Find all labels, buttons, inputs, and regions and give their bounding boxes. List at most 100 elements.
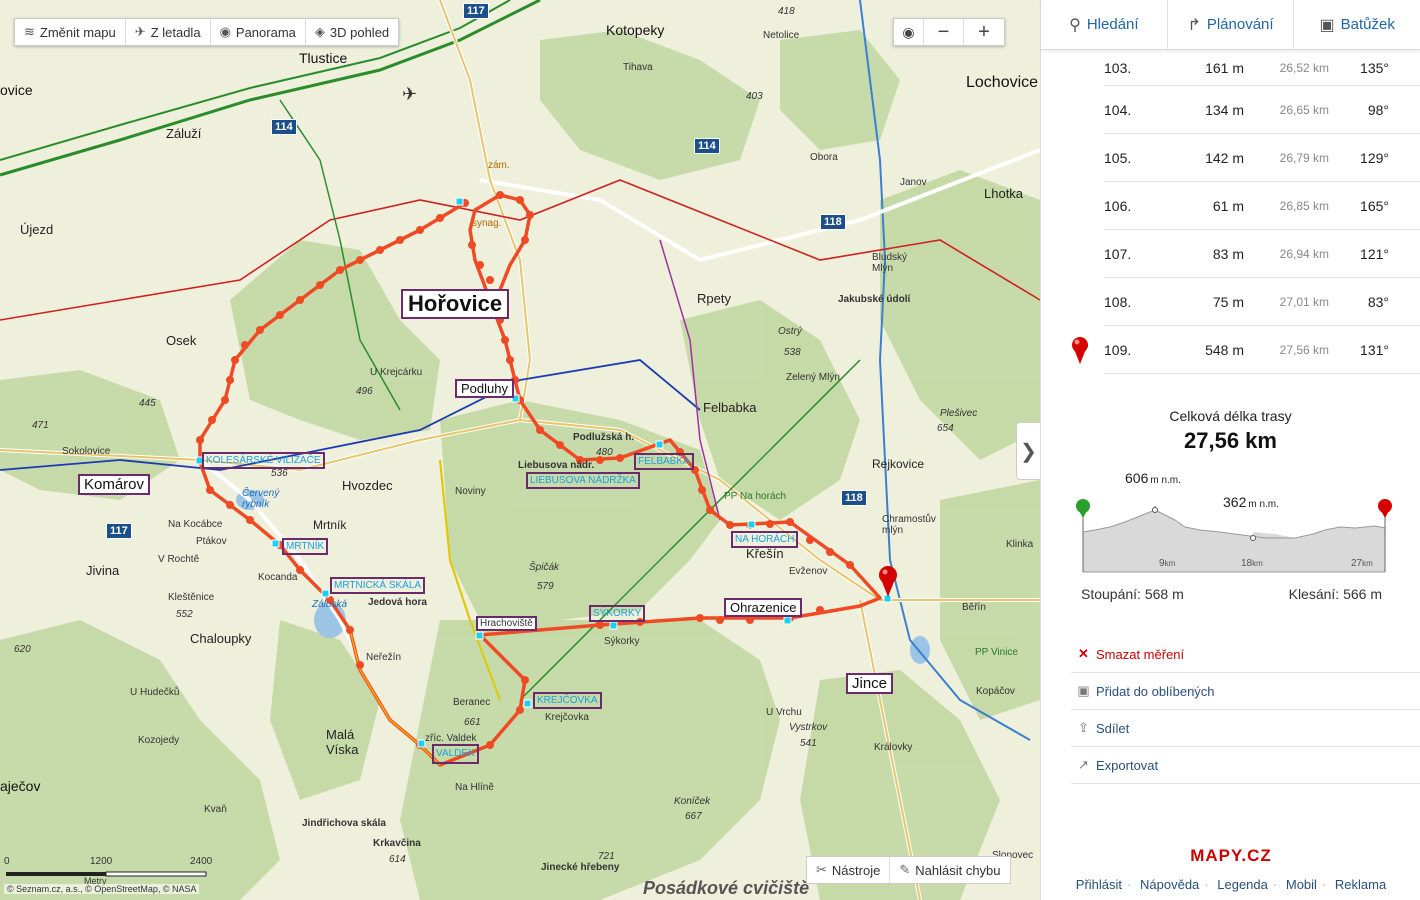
locate-button[interactable]: ◉ xyxy=(894,19,924,45)
report-error-button[interactable]: ✎ Nahlásit chybu xyxy=(890,857,1009,883)
place-label-jince: Jince xyxy=(846,673,894,694)
place-label-komarov: Komárov xyxy=(78,474,151,495)
search-icon: ⚲ xyxy=(1069,16,1081,34)
place-label-horovice: Hořovice xyxy=(401,289,510,319)
tools-label: Nástroje xyxy=(831,862,881,878)
map-copyright[interactable]: © Seznam.cz, a.s., © OpenStreetMap, © NA… xyxy=(4,884,200,894)
route-arrow-icon: ↱ xyxy=(1187,16,1201,34)
segment-distance: 61 m xyxy=(1212,197,1244,214)
elevation-profile-svg xyxy=(1076,499,1392,573)
tab-backpack-label: Batůžek xyxy=(1340,16,1395,33)
elevation-label: 471 xyxy=(32,420,49,431)
segment-row[interactable]: 104. 134 m 26,65 km 98° xyxy=(1104,86,1420,134)
footer-link-mobile[interactable]: Mobil xyxy=(1286,877,1317,892)
footer-link-ads[interactable]: Reklama xyxy=(1335,877,1386,892)
place-label: Krejčovka xyxy=(545,712,589,723)
zoom-controls: ◉ − + xyxy=(893,18,1005,46)
footer-link-login[interactable]: Přihlásit xyxy=(1076,877,1122,892)
panel-toggle-button[interactable]: ❯ xyxy=(1016,422,1040,480)
place-label: PP Vinice xyxy=(975,647,1018,658)
place-label: Lochovice xyxy=(966,74,1039,91)
segment-row[interactable]: 107. 83 m 26,94 km 121° xyxy=(1104,230,1420,278)
place-label: Královky xyxy=(874,742,913,753)
export-button[interactable]: ↗ Exportovat xyxy=(1071,747,1420,784)
place-label: Netolice xyxy=(763,30,800,41)
view3d-button[interactable]: ◈ 3D pohled xyxy=(306,19,398,45)
segment-cumulative: 27,56 km xyxy=(1279,342,1329,357)
wrench-icon: ✂ xyxy=(816,862,827,877)
place-label: Osek xyxy=(166,333,197,348)
segment-distance: 142 m xyxy=(1205,149,1244,166)
tab-search-label: Hledání xyxy=(1086,16,1139,33)
place-label: Záluská xyxy=(312,599,348,610)
segment-distance: 75 m xyxy=(1212,293,1244,310)
segment-row[interactable]: 106. 61 m 26,85 km 165° xyxy=(1104,182,1420,230)
elevation-label: 654 xyxy=(937,423,954,434)
backpack-icon: ▣ xyxy=(1319,16,1335,34)
map-canvas[interactable]: ✈ 117 114 114 118 118 117 Hořovice Podlu… xyxy=(0,0,1040,900)
segment-row[interactable]: 105. 142 m 26,79 km 129° xyxy=(1104,134,1420,182)
footer-link-legend[interactable]: Legenda xyxy=(1217,877,1268,892)
elevation-label: 496 xyxy=(356,386,373,397)
place-label: zříc. Valdek xyxy=(425,733,477,744)
segment-distance: 161 m xyxy=(1205,59,1244,76)
tab-planning[interactable]: ↱ Plánování xyxy=(1168,0,1295,49)
place-label: Kotopeky xyxy=(606,22,665,38)
add-favorite-button[interactable]: ▣ Přidat do oblíbených xyxy=(1071,673,1420,710)
delete-measurement-button[interactable]: ✕ Smazat měření xyxy=(1071,636,1420,673)
profile-max-value: 606 xyxy=(1125,470,1149,486)
peak-label: Vystrkov xyxy=(789,722,828,733)
total-length-label: Celková délka trasy xyxy=(1169,408,1292,424)
profile-tick: 9km xyxy=(1159,558,1176,569)
elevation-label: 538 xyxy=(784,347,801,358)
road-number: 114 xyxy=(271,119,297,135)
aerial-button[interactable]: ✈ Z letadla xyxy=(126,19,211,45)
segments-table: 103. 161 m 26,52 km 135° 104. 134 m 26,65 km 98… xyxy=(1072,50,1420,374)
tab-backpack[interactable]: ▣ Batůžek xyxy=(1294,0,1420,49)
road-number: 117 xyxy=(463,3,489,19)
segment-row[interactable]: 103. 161 m 26,52 km 135° xyxy=(1104,50,1420,86)
backpack-add-icon: ▣ xyxy=(1077,683,1090,698)
poi-label: KREJČOVKA xyxy=(533,692,602,709)
segment-number: 109. xyxy=(1104,341,1132,358)
place-label: Kocanda xyxy=(258,572,298,583)
change-map-button[interactable]: ≋ Změnit mapu xyxy=(15,19,126,45)
profile-min: 362 m n.m. xyxy=(1223,494,1279,510)
place-label: Klinka xyxy=(1006,539,1034,550)
place-label-ohrazenice: Ohrazenice xyxy=(724,598,803,617)
place-label: Rpety xyxy=(697,291,731,306)
segment-row[interactable]: 108. 75 m 27,01 km 83° xyxy=(1104,278,1420,326)
poi-label: KOLESÁRSKÉ VILIZAČE xyxy=(202,452,325,469)
export-label: Exportovat xyxy=(1096,757,1159,773)
segment-row[interactable]: 109. 548 m 27,56 km 131° xyxy=(1072,326,1420,374)
share-button[interactable]: ⇪ Sdílet xyxy=(1071,710,1420,747)
segment-number: 106. xyxy=(1104,197,1132,214)
elevation-label: 536 xyxy=(271,468,288,479)
zoom-in-button[interactable]: + xyxy=(964,19,1004,45)
segment-number: 103. xyxy=(1104,59,1132,76)
place-label: Běřín xyxy=(962,602,986,613)
tab-search[interactable]: ⚲ Hledání xyxy=(1041,0,1168,49)
plane-icon: ✈ xyxy=(134,24,146,39)
tools-button[interactable]: ✂ Nástroje xyxy=(807,857,891,883)
profile-stats: Stoupání: 568 m Klesání: 566 m xyxy=(1081,586,1382,602)
place-label: Záluží xyxy=(166,126,202,141)
zoom-out-button[interactable]: − xyxy=(924,19,964,45)
place-label: Na Hlíně xyxy=(455,782,494,793)
ascent-value: Stoupání: 568 m xyxy=(1081,586,1184,602)
panel-tabs: ⚲ Hledání ↱ Plánování ▣ Batůžek xyxy=(1041,0,1420,50)
footer-link-help[interactable]: Nápověda xyxy=(1140,877,1199,892)
brand-logo[interactable]: MAPY.CZ xyxy=(1041,846,1420,866)
elevation-profile[interactable]: 606 m n.m. 362 m n.m. 9km 18km 27km xyxy=(1075,470,1395,582)
tab-planning-label: Plánování xyxy=(1206,16,1274,33)
segment-cumulative: 26,94 km xyxy=(1279,246,1329,261)
segment-cumulative: 26,85 km xyxy=(1279,198,1329,213)
place-label: Neřežín xyxy=(366,652,402,663)
end-pin-icon xyxy=(1378,499,1392,518)
panorama-button[interactable]: ◉ Panorama xyxy=(211,19,306,45)
peak-label: Koníček xyxy=(674,796,711,807)
start-pin-icon xyxy=(1076,499,1090,518)
place-label: PP Na horách xyxy=(724,491,787,502)
descent-value: Klesání: 566 m xyxy=(1288,586,1382,602)
segment-number: 108. xyxy=(1104,293,1132,310)
